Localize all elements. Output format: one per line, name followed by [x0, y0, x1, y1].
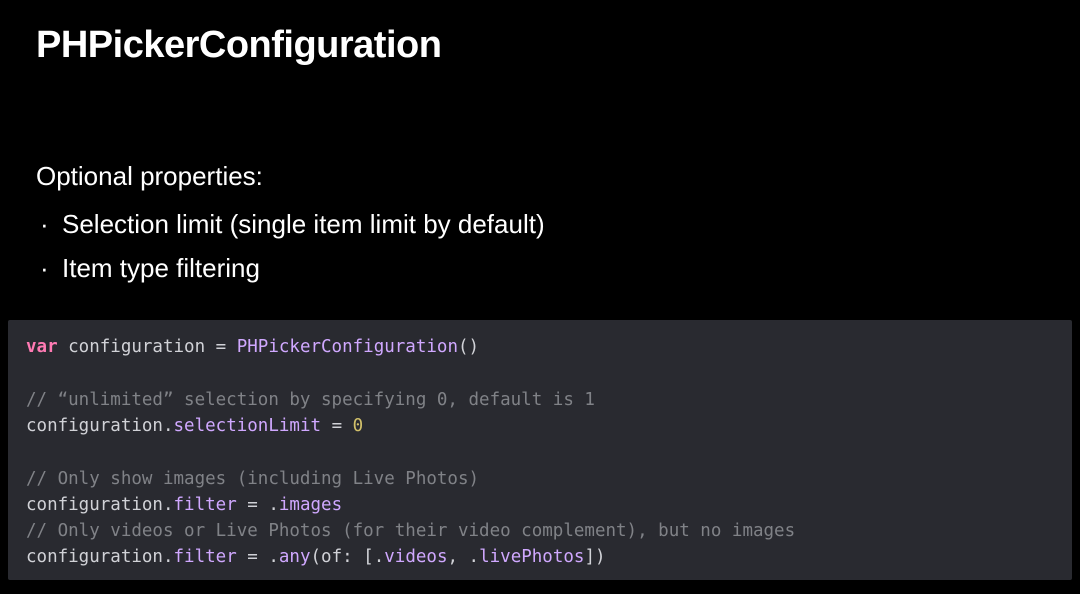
code-block: var configuration = PHPickerConfiguratio…	[8, 320, 1072, 580]
code-token: = .	[237, 547, 279, 567]
code-token: images	[279, 495, 342, 515]
code-token: =	[321, 416, 353, 436]
code-token: configuration.	[26, 547, 174, 567]
slide-title: PHPickerConfiguration	[0, 24, 1080, 67]
code-token: = .	[237, 495, 279, 515]
code-token: configuration =	[58, 337, 237, 357]
code-token: filter	[174, 547, 237, 567]
code-token: // Only videos or Live Photos (for their…	[26, 521, 795, 541]
code-token: selectionLimit	[174, 416, 322, 436]
code-token: PHPickerConfiguration	[237, 337, 458, 357]
code-token: filter	[174, 495, 237, 515]
code-token: ()	[458, 337, 479, 357]
code-token: configuration.	[26, 495, 174, 515]
code-token: // “unlimited” selection by specifying 0…	[26, 390, 595, 410]
slide: PHPickerConfiguration Optional propertie…	[0, 0, 1080, 594]
slide-subhead: Optional properties:	[0, 161, 1080, 192]
code-token: any	[279, 547, 311, 567]
bullet-item: Item type filtering	[36, 246, 1080, 290]
bullet-item: Selection limit (single item limit by de…	[36, 202, 1080, 246]
code-token: , .	[447, 547, 479, 567]
code-token: 0	[353, 416, 364, 436]
code-token: configuration.	[26, 416, 174, 436]
code-token: livePhotos	[479, 547, 584, 567]
code-token: // Only show images (including Live Phot…	[26, 469, 479, 489]
code-token: (of: [.	[311, 547, 385, 567]
code-token: var	[26, 337, 58, 357]
bullet-list: Selection limit (single item limit by de…	[0, 202, 1080, 290]
code-token: videos	[384, 547, 447, 567]
code-token: ])	[584, 547, 605, 567]
